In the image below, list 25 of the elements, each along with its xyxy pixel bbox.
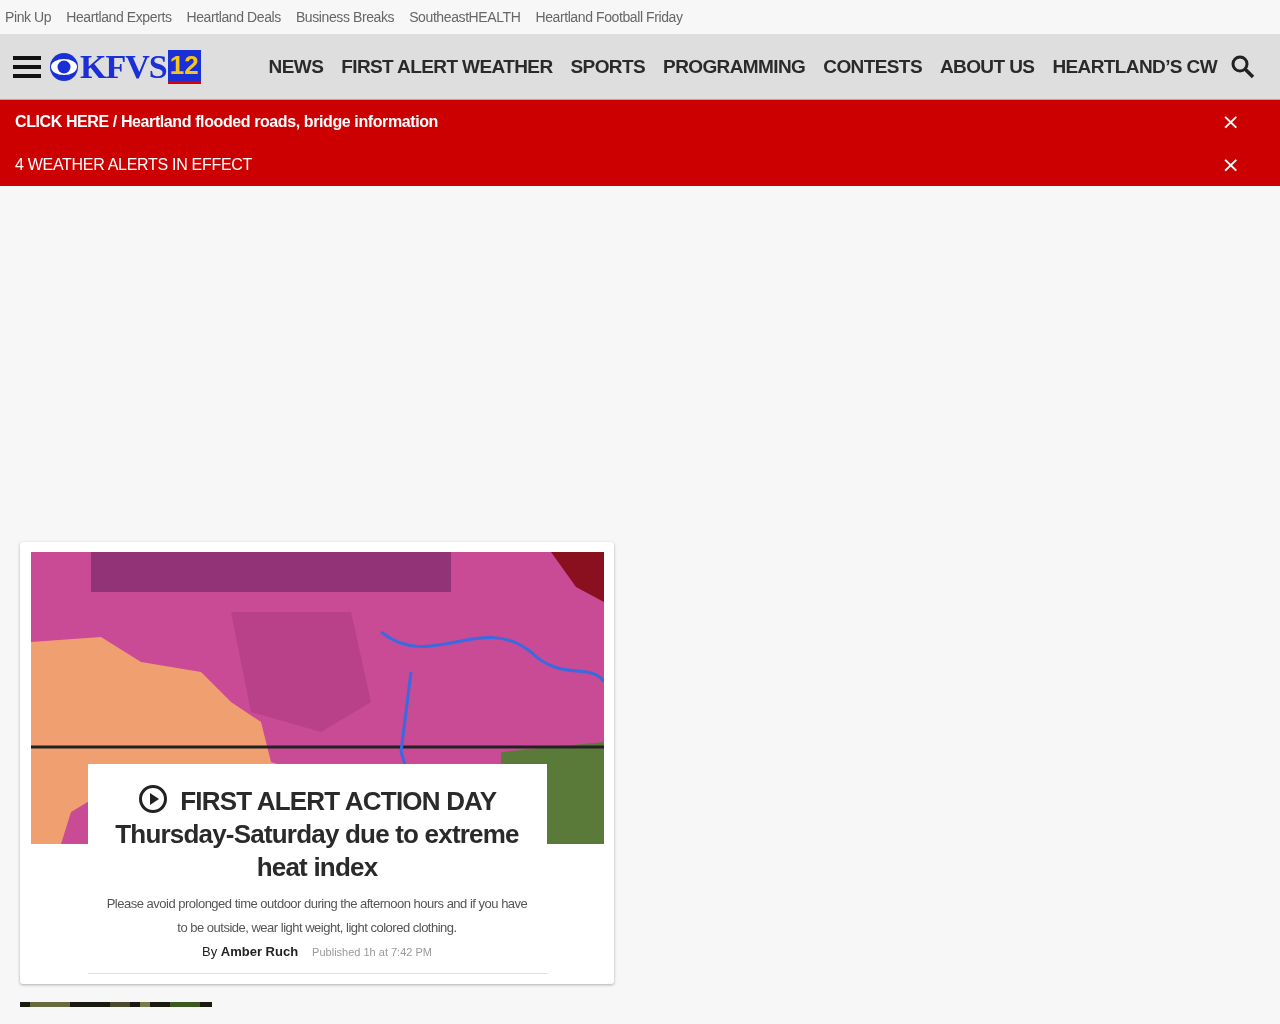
close-button[interactable]: × <box>1217 109 1244 134</box>
story-summary: Please avoid prolonged time outdoor during the afternoon hours and if you have to be outside, wear light weight, light colored clothing. <box>105 895 529 937</box>
nav-link[interactable]: SPORTS <box>570 55 646 78</box>
byline: By Amber Ruch <box>202 944 299 959</box>
nav-link[interactable]: ABOUT US <box>939 55 1035 78</box>
nav-link[interactable]: HEARTLAND’S CW <box>1052 55 1218 78</box>
nav-link[interactable]: CONTESTS <box>823 55 922 78</box>
top-link[interactable]: Heartland Football Friday <box>535 9 683 25</box>
top-link[interactable]: Heartland Experts <box>66 9 172 25</box>
publish-time: Published 1h at 7:42 PM <box>312 946 432 958</box>
menu-icon[interactable] <box>13 54 41 79</box>
story-headline[interactable]: FIRST ALERT ACTION DAY Thursday-Saturday due to extreme heat index <box>102 784 532 884</box>
close-button[interactable]: × <box>1217 152 1244 177</box>
top-link[interactable]: Business Breaks <box>295 9 395 25</box>
alert-link[interactable]: CLICK HERE / Heartland flooded roads, bridge information <box>15 112 438 131</box>
search-icon[interactable] <box>1231 54 1256 79</box>
top-link[interactable]: SoutheastHEALTH <box>409 9 521 25</box>
top-link[interactable]: Heartland Deals <box>186 9 281 25</box>
nav-link[interactable]: PROGRAMMING <box>663 55 806 78</box>
play-icon <box>137 784 168 814</box>
nav-link[interactable]: FIRST ALERT WEATHER <box>341 55 553 78</box>
nav-link[interactable]: NEWS <box>268 55 324 78</box>
top-link[interactable]: Pink Up <box>5 9 52 25</box>
station-logo[interactable]: KFVS12 <box>49 47 201 86</box>
alert-text[interactable]: 4 WEATHER ALERTS IN EFFECT <box>15 155 252 174</box>
